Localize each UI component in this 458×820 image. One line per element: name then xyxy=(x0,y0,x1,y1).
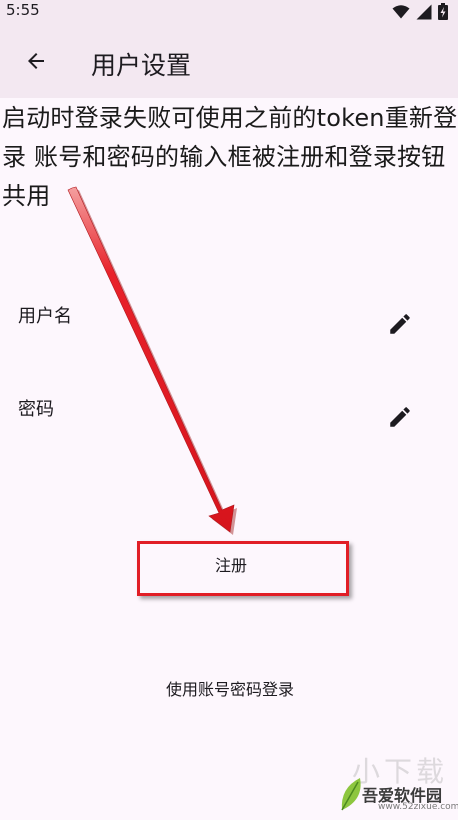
username-label: 用户名 xyxy=(18,306,72,327)
leaf-logo-icon xyxy=(341,778,361,811)
password-label: 密码 xyxy=(18,399,54,420)
watermark-url: www.52zixue.com xyxy=(378,802,458,812)
pencil-icon xyxy=(390,407,410,427)
status-time: 5:55 xyxy=(6,1,40,19)
screen: 5:55 用户设置 启动时登录失败可使用之前的token重新登录 账号和密码的输… xyxy=(0,0,458,820)
watermark-overlay-text: 小下载 xyxy=(352,755,449,788)
pencil-icon xyxy=(390,314,410,334)
setting-row-username[interactable]: 用户名 xyxy=(0,294,458,358)
wifi-icon xyxy=(392,4,410,23)
page-title: 用户设置 xyxy=(91,51,192,80)
login-with-account-button[interactable]: 使用账号密码登录 xyxy=(130,664,330,712)
register-button[interactable]: 注册 xyxy=(138,542,348,594)
app-bar: 用户设置 xyxy=(0,24,458,98)
username-edit-button[interactable] xyxy=(380,304,420,344)
watermark: 小下载 吾爱软件园 www.52zixue.com xyxy=(336,752,458,818)
status-icons xyxy=(392,3,448,24)
password-edit-button[interactable] xyxy=(380,397,420,437)
arrow-back-icon xyxy=(28,53,44,69)
battery-icon xyxy=(438,3,448,24)
annotation-caption: 启动时登录失败可使用之前的token重新登录 账号和密码的输入框被注册和登录按钮… xyxy=(2,104,458,210)
back-button[interactable] xyxy=(12,37,60,85)
watermark-brand: 吾爱软件园 xyxy=(362,786,443,805)
signal-icon xyxy=(416,4,432,24)
status-bar: 5:55 xyxy=(0,0,458,24)
register-label: 注册 xyxy=(214,556,247,575)
setting-row-password[interactable]: 密码 xyxy=(0,387,458,451)
login-label: 使用账号密码登录 xyxy=(165,680,294,699)
